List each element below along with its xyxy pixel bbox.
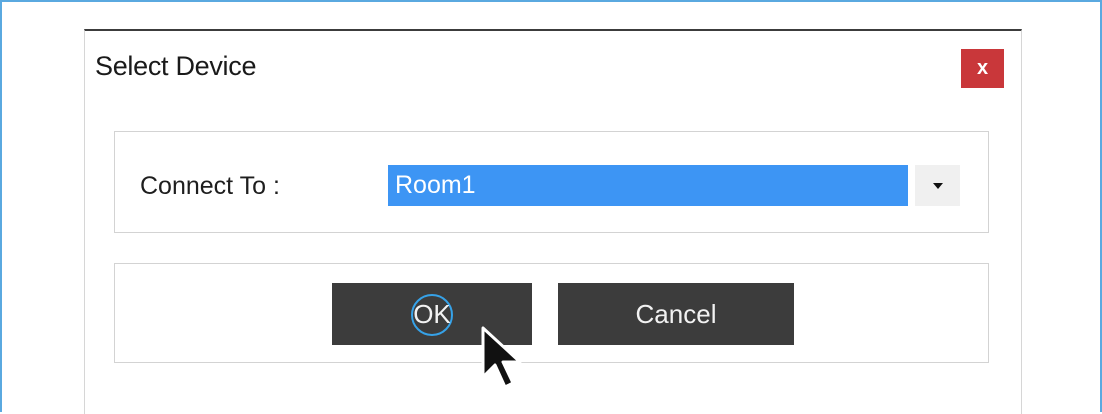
dialog-title: Select Device xyxy=(95,51,257,81)
close-button[interactable]: x xyxy=(961,49,1004,88)
connect-group: Connect To : Room1 xyxy=(114,131,989,233)
cancel-button-label: Cancel xyxy=(635,298,717,329)
device-select[interactable]: Room1 xyxy=(388,165,908,206)
chevron-down-icon xyxy=(932,182,943,189)
ok-button-label: OK xyxy=(413,298,451,329)
connect-to-label: Connect To : xyxy=(140,172,280,200)
select-device-dialog: Select Device x Connect To : Room1 OK Ca… xyxy=(84,29,1022,414)
dropdown-button[interactable] xyxy=(915,165,960,206)
close-icon: x xyxy=(976,57,989,79)
action-buttons-group: OK Cancel xyxy=(114,263,989,363)
cancel-button[interactable]: Cancel xyxy=(558,283,794,345)
ok-button[interactable]: OK xyxy=(332,283,532,345)
screenshot-frame: Select Device x Connect To : Room1 OK Ca… xyxy=(0,0,1102,414)
